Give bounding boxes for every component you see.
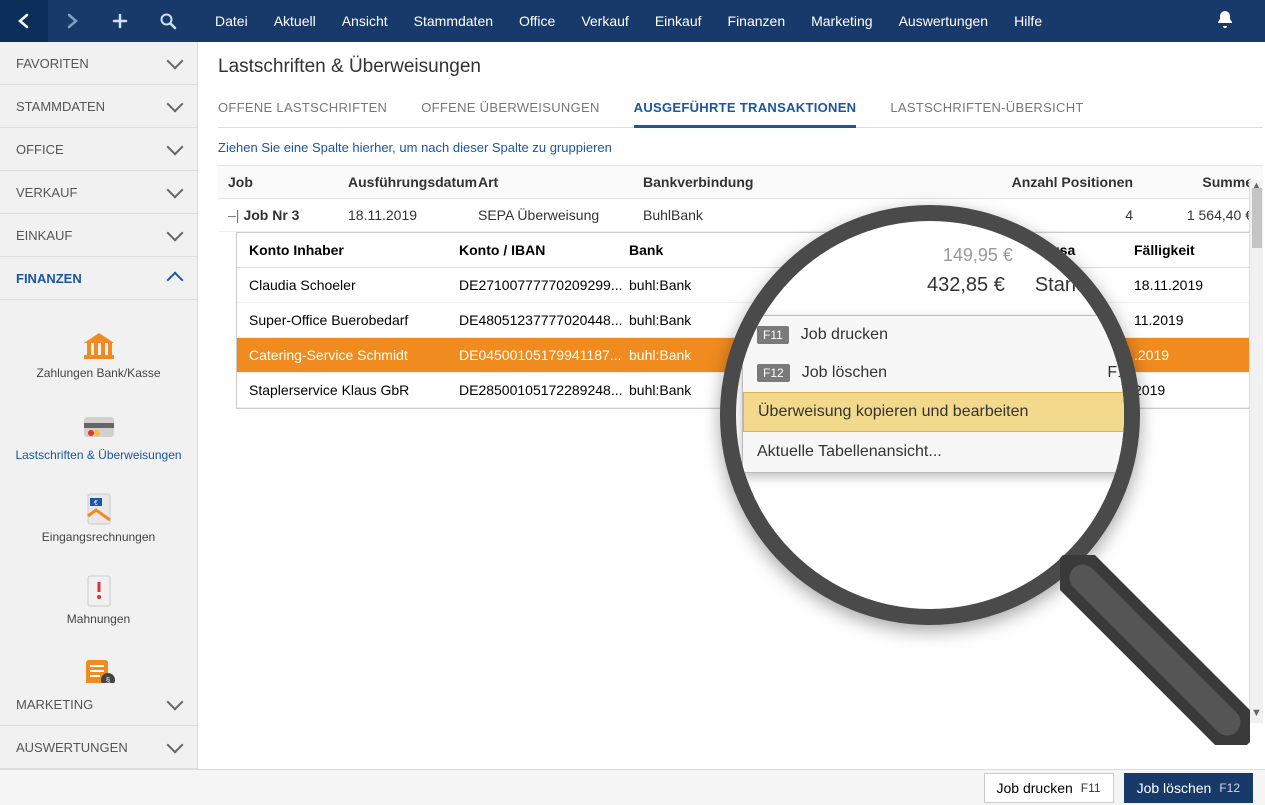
menu-stammdaten[interactable]: Stammdaten [401,0,506,42]
forward-button[interactable] [48,0,96,42]
col-bank[interactable]: Bankverbindung [633,166,983,198]
back-button[interactable] [0,0,48,42]
notifications-icon[interactable] [1215,9,1235,34]
bottom-action-bar: Job drucken F11 Job löschen F12 [0,769,1265,805]
ctx-item-0[interactable]: F11Job druckenF11 [743,316,1140,354]
shortcut-badge: F12 [757,364,790,382]
scroll-down-icon[interactable]: ▼ [1250,707,1263,723]
col-art[interactable]: Art [468,166,633,198]
menu-ansicht[interactable]: Ansicht [329,0,401,42]
tab-3[interactable]: LASTSCHRIFTEN-ÜBERSICHT [890,92,1083,127]
submenu-arrow-icon: ▸ [1127,442,1135,462]
add-button[interactable] [96,0,144,42]
grid-header: Job Ausführungsdatum Art Bankverbindung … [218,165,1263,199]
sidebar-item-icon [6,570,191,612]
tabs: OFFENE LASTSCHRIFTEN OFFENE ÜBERWEISUNGEN… [218,92,1263,128]
menu-hilfe[interactable]: Hilfe [1001,0,1055,42]
sidebar-item-icon: € [6,488,191,530]
menu-office[interactable]: Office [506,0,568,42]
tab-1[interactable]: OFFENE ÜBERWEISUNGEN [421,92,599,127]
sidebar-group-favoriten[interactable]: FAVORITEN [0,42,197,85]
sidebar-items: Zahlungen Bank/KasseLastschriften & Über… [0,300,197,683]
tab-2[interactable]: AUSGEFÜHRTE TRANSAKTIONEN [634,92,857,128]
page-title: Lastschriften & Überweisungen [218,56,1263,78]
chevron-up-icon [167,272,184,289]
group-hint[interactable]: Ziehen Sie eine Spalte hierher, um nach … [218,128,1263,165]
job-drucken-button[interactable]: Job drucken F11 [984,773,1114,803]
sidebar-item-icon [6,406,191,448]
menu-datei[interactable]: Datei [202,0,261,42]
ctx-item-3[interactable]: Aktuelle Tabellenansicht...▸ [743,432,1140,472]
main-menu: DateiAktuellAnsichtStammdatenOfficeVerka… [202,0,1055,42]
sidebar-group-auswertungen[interactable]: AUSWERTUNGEN [0,726,197,769]
chevron-down-icon [167,139,184,156]
shortcut-badge: F11 [757,326,789,344]
nav-buttons [0,0,192,42]
top-menu-bar: DateiAktuellAnsichtStammdatenOfficeVerka… [0,0,1265,42]
vertical-scrollbar[interactable]: ▲ ▼ [1249,180,1263,723]
sidebar-group-verkauf[interactable]: VERKAUF [0,171,197,214]
chevron-down-icon [167,53,184,70]
chevron-down-icon [167,737,184,754]
job-loeschen-button[interactable]: Job löschen F12 [1124,773,1253,803]
sidebar-group-marketing[interactable]: MARKETING [0,683,197,726]
chevron-down-icon [167,694,184,711]
menu-auswertungen[interactable]: Auswertungen [886,0,1002,42]
menu-finanzen[interactable]: Finanzen [715,0,799,42]
search-button[interactable] [144,0,192,42]
magnifier-handle [1060,555,1250,745]
tab-0[interactable]: OFFENE LASTSCHRIFTEN [218,92,387,127]
col-iban[interactable]: Konto / IBAN [447,233,617,267]
menu-aktuell[interactable]: Aktuell [261,0,329,42]
menu-einkauf[interactable]: Einkauf [642,0,715,42]
sidebar-item-icon: § [6,652,191,683]
col-job[interactable]: Job [218,166,338,198]
sidebar-group-einkauf[interactable]: EINKAUF [0,214,197,257]
col-summe[interactable]: Summe [1143,166,1263,198]
sidebar-item-1[interactable]: Lastschriften & Überweisungen [0,396,197,478]
menu-marketing[interactable]: Marketing [798,0,885,42]
col-positions[interactable]: Anzahl Positionen [983,166,1143,198]
sidebar-group-stammdaten[interactable]: STAMMDATEN [0,85,197,128]
ctx-item-1[interactable]: F12Job löschenF12 [743,354,1140,392]
sidebar-group-label: FINANZEN [16,271,82,286]
svg-text:§: § [105,676,109,683]
sidebar-item-3[interactable]: Mahnungen [0,560,197,642]
scroll-thumb[interactable] [1252,188,1262,248]
sidebar-item-icon [6,324,191,366]
svg-text:€: € [94,500,98,507]
sidebar-group-finanzen[interactable]: FINANZEN [0,257,197,300]
chevron-down-icon [167,96,184,113]
col-holder[interactable]: Konto Inhaber [237,233,447,267]
ctx-item-2[interactable]: Überweisung kopieren und bearbeiten [743,392,1140,432]
sidebar-group-office[interactable]: OFFICE [0,128,197,171]
sidebar-item-4[interactable]: §Steuer-Auswertungen [0,642,197,683]
sidebar-item-2[interactable]: €Eingangsrechnungen [0,478,197,560]
col-date[interactable]: Ausführungsdatum [338,166,468,198]
menu-verkauf[interactable]: Verkauf [568,0,641,42]
job-row[interactable]: –|Job Nr 3 18.11.2019 SEPA Überweisung B… [218,199,1263,232]
col-due[interactable]: Fälligkeit [1122,233,1262,267]
chevron-down-icon [167,225,184,242]
context-menu: F11Job druckenF11F12Job löschenF12Überwe… [742,315,1140,473]
chevron-down-icon [167,182,184,199]
sidebar-item-0[interactable]: Zahlungen Bank/Kasse [0,314,197,396]
sidebar: FAVORITENSTAMMDATENOFFICEVERKAUFEINKAUF … [0,42,198,769]
